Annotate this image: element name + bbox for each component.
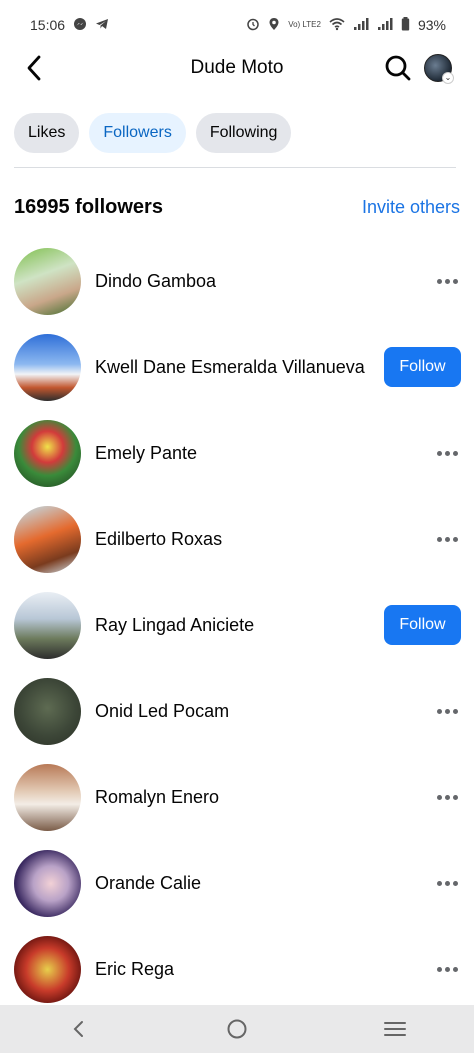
header: Dude Moto ⌄: [0, 48, 474, 90]
avatar[interactable]: [14, 419, 81, 487]
follow-button[interactable]: Follow: [384, 605, 461, 645]
avatar[interactable]: [14, 763, 81, 831]
more-options-icon[interactable]: [433, 873, 461, 893]
follower-name[interactable]: Romalyn Enero: [95, 786, 375, 808]
follower-name[interactable]: Emely Pante: [95, 442, 375, 464]
tab-likes[interactable]: Likes: [14, 113, 80, 153]
avatar[interactable]: [14, 677, 81, 745]
status-bar: 15:06 Vo) LTE2 93%: [0, 0, 474, 50]
list-item[interactable]: Orande Calie: [0, 840, 474, 926]
signal-icon-2: [377, 17, 393, 34]
status-right: Vo) LTE2 93%: [246, 16, 446, 34]
search-button[interactable]: [383, 52, 413, 84]
wifi-icon: [329, 17, 345, 34]
battery-icon: [401, 16, 410, 34]
telegram-icon: [95, 17, 109, 34]
list-item[interactable]: Emely Pante: [0, 410, 474, 496]
follow-button[interactable]: Follow: [384, 347, 461, 387]
avatar[interactable]: [14, 935, 81, 1003]
more-options-icon[interactable]: [433, 443, 461, 463]
network-type-label: Vo) LTE2: [288, 20, 321, 29]
list-item[interactable]: Eric Rega: [0, 926, 474, 1012]
divider: [14, 167, 456, 168]
follower-name[interactable]: Eric Rega: [95, 958, 375, 980]
more-options-icon[interactable]: [433, 959, 461, 979]
tab-following[interactable]: Following: [195, 113, 292, 153]
avatar[interactable]: [14, 247, 81, 315]
list-item[interactable]: Romalyn Enero: [0, 754, 474, 840]
more-options-icon[interactable]: [433, 701, 461, 721]
follower-name[interactable]: Kwell Dane Esmeralda Villanueva: [95, 356, 365, 378]
home-circle-icon: [227, 1019, 247, 1039]
list-item[interactable]: Kwell Dane Esmeralda Villanueva Follow: [0, 324, 474, 410]
system-nav-bar: [0, 1005, 474, 1053]
chevron-left-icon: [27, 55, 41, 81]
list-item[interactable]: Ray Lingad Aniciete Follow: [0, 582, 474, 668]
chevron-left-icon: [73, 1021, 83, 1037]
followers-count: 16995 followers: [14, 196, 163, 218]
more-options-icon[interactable]: [433, 529, 461, 549]
list-item[interactable]: Edilberto Roxas: [0, 496, 474, 582]
location-icon: [268, 17, 280, 34]
status-time: 15:06: [30, 17, 66, 33]
alarm-icon: [246, 17, 260, 34]
messenger-icon: [73, 17, 87, 34]
chevron-down-icon: ⌄: [442, 72, 454, 84]
avatar[interactable]: [14, 849, 81, 917]
battery-percent: 93%: [417, 17, 446, 33]
system-recents-button[interactable]: [365, 1009, 425, 1049]
invite-others-link[interactable]: Invite others: [362, 197, 460, 218]
follower-name[interactable]: Ray Lingad Aniciete: [95, 614, 375, 636]
list-item[interactable]: Dindo Gamboa: [0, 238, 474, 324]
system-back-button[interactable]: [49, 1009, 109, 1049]
follower-name[interactable]: Onid Led Pocam: [95, 700, 375, 722]
profile-avatar-button[interactable]: ⌄: [424, 54, 454, 84]
avatar[interactable]: [14, 333, 81, 401]
avatar[interactable]: [14, 591, 81, 659]
follower-name[interactable]: Edilberto Roxas: [95, 528, 375, 550]
avatar[interactable]: [14, 505, 81, 573]
filter-tabs: Likes Followers Following: [14, 113, 292, 153]
list-item[interactable]: Onid Led Pocam: [0, 668, 474, 754]
more-options-icon[interactable]: [433, 787, 461, 807]
followers-count-row: 16995 followers Invite others: [14, 196, 460, 219]
signal-icon: [353, 17, 369, 34]
back-button[interactable]: [20, 52, 48, 84]
follower-name[interactable]: Orande Calie: [95, 872, 375, 894]
system-home-button[interactable]: [207, 1009, 267, 1049]
status-left: 15:06: [30, 17, 109, 34]
more-options-icon[interactable]: [433, 271, 461, 291]
followers-list: Dindo Gamboa Kwell Dane Esmeralda Villan…: [0, 238, 474, 1012]
menu-lines-icon: [384, 1022, 406, 1036]
tab-followers[interactable]: Followers: [89, 113, 186, 153]
follower-name[interactable]: Dindo Gamboa: [95, 270, 375, 292]
search-icon: [385, 55, 411, 81]
